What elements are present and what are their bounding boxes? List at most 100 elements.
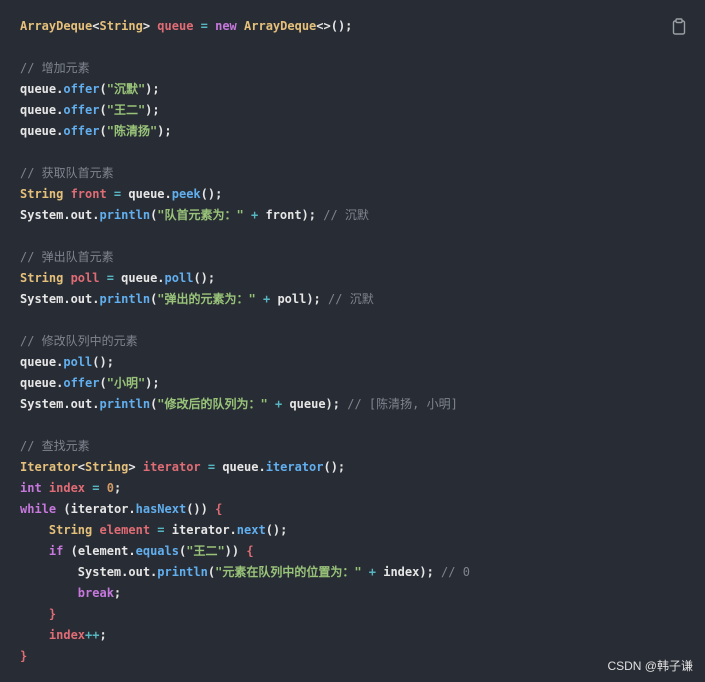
code-token: ArrayDeque xyxy=(244,19,317,33)
code-token: while xyxy=(20,502,64,516)
code-token: "小明" xyxy=(106,376,146,390)
code-token: "沉默" xyxy=(106,82,146,96)
code-token: iterator xyxy=(142,460,201,474)
code-token: = xyxy=(200,460,223,474)
code-token: hasNext xyxy=(135,502,187,516)
code-line: // 修改队列中的元素 xyxy=(20,331,470,352)
code-token: queue); xyxy=(289,397,348,411)
code-line: System.out.println("队首元素为：" + front); //… xyxy=(20,205,470,226)
code-token: System.out. xyxy=(20,397,100,411)
code-token: // 0 xyxy=(441,565,470,579)
code-token: ; xyxy=(113,586,122,600)
code-line: queue.offer("沉默"); xyxy=(20,79,470,100)
code-line: String front = queue.peek(); xyxy=(20,184,470,205)
code-token: poll); xyxy=(277,292,329,306)
code-token: ; xyxy=(99,628,107,642)
code-token: queue. xyxy=(20,355,64,369)
code-token: ); xyxy=(145,82,160,96)
code-token: ( xyxy=(207,565,216,579)
code-token: next xyxy=(236,523,266,537)
code-token: iterator. xyxy=(70,502,136,516)
code-token: element. xyxy=(77,544,136,558)
code-token: "王二" xyxy=(106,103,146,117)
code-line: // 查找元素 xyxy=(20,436,470,457)
code-token: ); xyxy=(157,124,172,138)
code-token: ( xyxy=(99,376,107,390)
code-token: ( xyxy=(99,124,107,138)
code-token: front); xyxy=(265,208,324,222)
code-token: queue. xyxy=(121,271,165,285)
code-token: (); xyxy=(200,187,223,201)
code-token: poll xyxy=(70,271,100,285)
code-line: if (element.equals("王二")) { xyxy=(20,541,470,562)
code-token: System.out. xyxy=(20,208,100,222)
code-token: queue. xyxy=(128,187,172,201)
code-token: queue. xyxy=(20,124,64,138)
code-token: // 修改队列中的元素 xyxy=(20,334,138,348)
code-token: > xyxy=(128,460,143,474)
code-token: println xyxy=(99,208,151,222)
code-token: ArrayDeque xyxy=(20,19,93,33)
code-token: ++ xyxy=(85,628,100,642)
code-token: ; xyxy=(113,481,122,495)
code-token: offer xyxy=(63,124,100,138)
code-token: ( xyxy=(99,82,107,96)
code-token: { xyxy=(215,502,223,516)
code-token: iterator xyxy=(265,460,324,474)
code-token: String xyxy=(48,523,100,537)
code-token: <>(); xyxy=(316,19,353,33)
code-line: } xyxy=(20,646,470,667)
code-token: + xyxy=(255,292,278,306)
code-token: + xyxy=(361,565,384,579)
code-block: ArrayDeque<String> queue = new ArrayDequ… xyxy=(0,0,705,682)
code-line: } xyxy=(20,604,470,625)
code-token: = xyxy=(106,187,129,201)
code-token: ); xyxy=(145,376,160,390)
code-token: break xyxy=(77,586,114,600)
code-token: String xyxy=(20,271,71,285)
code-token: // [陈清扬, 小明] xyxy=(347,397,458,411)
code-token: String xyxy=(85,460,129,474)
code-token: index); xyxy=(383,565,442,579)
code-line: // 弹出队首元素 xyxy=(20,247,470,268)
code-token: println xyxy=(99,292,151,306)
code-line: String element = iterator.next(); xyxy=(20,520,470,541)
code-line: // 增加元素 xyxy=(20,58,470,79)
code-token: queue. xyxy=(20,82,64,96)
code-token: poll xyxy=(164,271,194,285)
code-token: 0 xyxy=(106,481,114,495)
clipboard-icon[interactable] xyxy=(672,18,686,35)
code-token: Iterator xyxy=(20,460,78,474)
code-line: break; xyxy=(20,583,470,604)
code-token: int xyxy=(20,481,49,495)
code-token: = xyxy=(85,481,107,495)
code-content: ArrayDeque<String> queue = new ArrayDequ… xyxy=(20,16,470,667)
code-token: "陈清扬" xyxy=(106,124,158,138)
code-token: queue. xyxy=(20,376,64,390)
code-token: > xyxy=(142,19,158,33)
code-token: String xyxy=(99,19,143,33)
code-token: // 弹出队首元素 xyxy=(20,250,114,264)
code-line: int index = 0; xyxy=(20,478,470,499)
code-token: // 查找元素 xyxy=(20,439,90,453)
code-token: )) xyxy=(224,544,247,558)
code-token: println xyxy=(157,565,208,579)
code-token: queue. xyxy=(20,103,64,117)
code-token: < xyxy=(77,460,86,474)
code-token: ( xyxy=(70,544,78,558)
code-token: System.out. xyxy=(20,565,158,579)
code-token: // 增加元素 xyxy=(20,61,90,75)
code-token: // 获取队首元素 xyxy=(20,166,114,180)
code-token: (); xyxy=(193,271,216,285)
code-token: index xyxy=(48,628,86,642)
code-token: "队首元素为：" xyxy=(157,208,244,222)
code-line: System.out.println("修改后的队列为：" + queue); … xyxy=(20,394,470,415)
code-token: println xyxy=(99,397,151,411)
